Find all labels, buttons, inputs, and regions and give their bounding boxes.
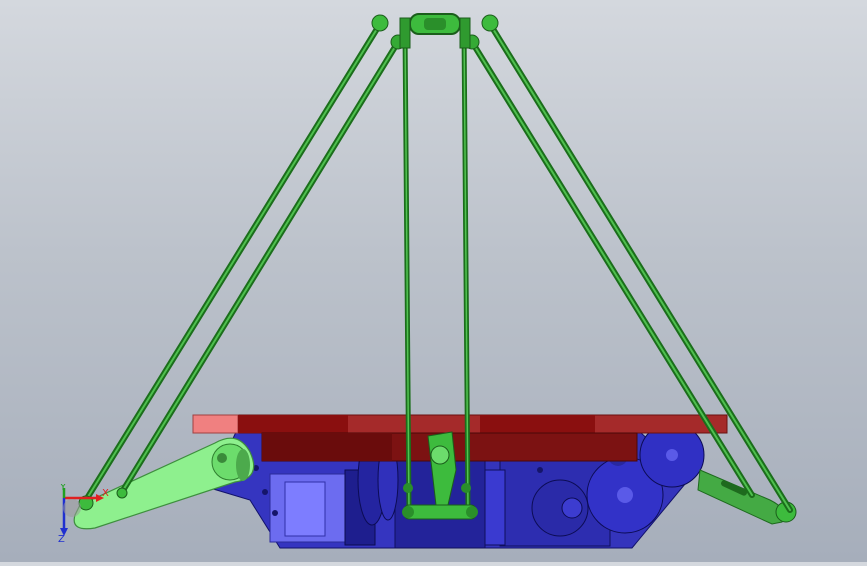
rod-end-left	[403, 483, 413, 493]
pulley-large-right-hub	[617, 487, 633, 503]
bolt-hole	[272, 510, 278, 516]
cad-3d-viewport[interactable]: X Y Z	[0, 0, 867, 562]
effector-joint-right	[481, 14, 499, 32]
pulley-gearbox-hub	[561, 497, 583, 519]
motor-face	[284, 481, 326, 537]
platform-lower-shade	[262, 433, 392, 461]
arm-pivot-hole	[217, 453, 227, 463]
triad-origin	[63, 499, 81, 517]
x-axis-label: X	[102, 488, 109, 499]
platform-dark-left	[238, 415, 348, 433]
rod-end-right	[461, 483, 471, 493]
center-bar	[403, 504, 477, 520]
center-bar-joint-left	[402, 506, 414, 518]
rod-joint-lower-left-2	[116, 487, 128, 499]
coordinate-triad: X Y Z	[52, 482, 112, 545]
bolt-hole	[262, 489, 268, 495]
triad-graphic: X Y Z	[58, 482, 109, 545]
bolt-hole	[537, 467, 543, 473]
effector-center	[424, 18, 446, 30]
center-bar-joint-right	[466, 506, 478, 518]
effector-bracket-right	[459, 17, 471, 49]
platform-pink-left	[192, 414, 239, 434]
center-crank-pivot	[430, 445, 450, 465]
z-axis-label: Z	[58, 534, 65, 544]
pulley-top-right-hub	[666, 449, 678, 461]
effector-joint-left	[371, 14, 389, 32]
model-render	[73, 13, 797, 549]
arm-clevis	[236, 449, 250, 481]
platform-dark-right	[480, 415, 595, 433]
y-axis-label: Y	[59, 484, 67, 493]
top-effector	[371, 13, 499, 50]
side-block	[484, 469, 506, 546]
effector-bracket-left	[399, 17, 411, 49]
